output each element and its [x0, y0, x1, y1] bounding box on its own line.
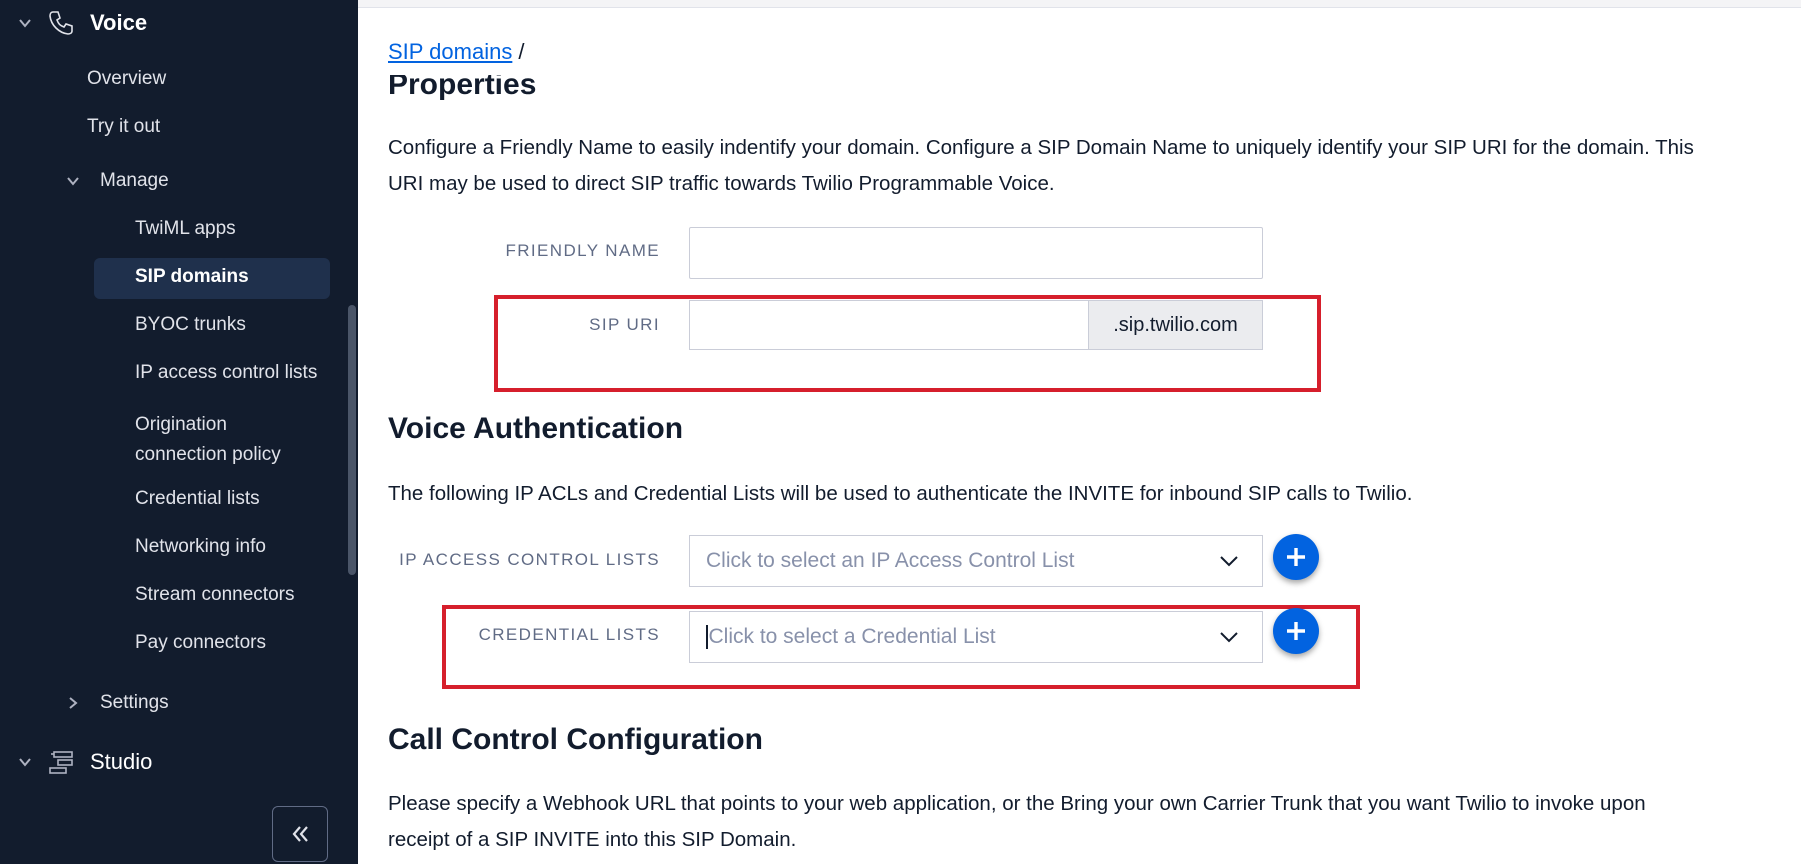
properties-description: Configure a Friendly Name to easily inde… — [388, 130, 1788, 202]
credential-lists-select[interactable]: Click to select a Credential List — [689, 611, 1263, 663]
sidebar-item-networking-info[interactable]: Networking info — [135, 536, 266, 558]
sidebar-item-label: Networking info — [135, 536, 266, 557]
sidebar-item-byoc-trunks[interactable]: BYOC trunks — [135, 314, 246, 336]
breadcrumb-link-sip-domains[interactable]: SIP domains — [388, 39, 512, 65]
sidebar-item-twiml-apps[interactable]: TwiML apps — [135, 218, 236, 240]
add-credential-list-button[interactable] — [1273, 608, 1319, 654]
chevron-down-icon — [1220, 632, 1238, 643]
sidebar-item-manage[interactable]: Manage — [66, 170, 169, 192]
sidebar-item-origination-connection-policy[interactable]: Origination connection policy — [135, 410, 281, 470]
sidebar-item-overview[interactable]: Overview — [87, 68, 166, 90]
sidebar-item-label: Overview — [87, 68, 167, 89]
chevron-down-icon — [19, 19, 31, 28]
sip-uri-input[interactable] — [690, 301, 1088, 349]
plus-icon — [1287, 622, 1305, 640]
sidebar-item-settings[interactable]: Settings — [66, 692, 169, 714]
sidebar-item-label: Credential lists — [135, 488, 260, 509]
voice-label: Voice — [90, 10, 148, 35]
sip-uri-label: SIP URI — [589, 315, 660, 334]
sidebar-item-label: Settings — [100, 692, 169, 713]
sidebar-item-label: IP access control lists — [135, 362, 318, 383]
breadcrumb: SIP domains / — [388, 39, 524, 65]
ip-acl-placeholder: Click to select an IP Access Control Lis… — [706, 549, 1075, 572]
add-ip-acl-button[interactable] — [1273, 534, 1319, 580]
text-cursor — [706, 625, 708, 649]
sidebar-item-label: Try it out — [87, 116, 161, 137]
breadcrumb-separator: / — [518, 39, 525, 64]
call-control-heading: Call Control Configuration — [388, 723, 763, 756]
studio-icon — [49, 751, 73, 774]
sidebar: Voice Overview Try it out Manage TwiML a… — [0, 0, 358, 864]
sidebar-item-label: Origination — [135, 414, 227, 435]
chevron-down-icon — [19, 758, 31, 767]
sidebar-item-label: SIP domains — [135, 266, 249, 287]
chevron-down-icon — [67, 177, 79, 186]
studio-label: Studio — [90, 749, 153, 774]
sidebar-scrollbar[interactable] — [348, 305, 356, 575]
sidebar-item-pay-connectors[interactable]: Pay connectors — [135, 632, 266, 654]
sip-uri-input-group: .sip.twilio.com — [689, 300, 1263, 350]
main-content: SIP domains / Properties Configure a Fri… — [358, 8, 1801, 864]
properties-heading: Properties — [388, 68, 537, 101]
chevron-right-icon — [69, 697, 78, 709]
sidebar-item-label: connection policy — [135, 444, 281, 465]
properties-description-line: Configure a Friendly Name to easily inde… — [388, 136, 1694, 159]
sip-uri-suffix: .sip.twilio.com — [1088, 301, 1262, 349]
sidebar-section-voice[interactable]: Voice — [18, 10, 147, 36]
sidebar-item-stream-connectors[interactable]: Stream connectors — [135, 584, 294, 606]
sidebar-section-studio[interactable]: Studio — [18, 749, 152, 775]
collapse-sidebar-button[interactable] — [272, 806, 328, 862]
friendly-name-input[interactable] — [689, 227, 1263, 279]
sidebar-item-label: BYOC trunks — [135, 314, 246, 335]
call-control-description-line: receipt of a SIP INVITE into this SIP Do… — [388, 828, 797, 851]
credential-lists-label: CREDENTIAL LISTS — [478, 625, 660, 644]
sidebar-item-label: Stream connectors — [135, 584, 295, 605]
sidebar-item-credential-lists[interactable]: Credential lists — [135, 488, 260, 510]
phone-icon — [49, 11, 73, 35]
voice-authentication-description: The following IP ACLs and Credential Lis… — [388, 482, 1413, 505]
call-control-description: Please specify a Webhook URL that points… — [388, 786, 1788, 858]
sidebar-item-try-it-out[interactable]: Try it out — [87, 116, 160, 138]
chevron-down-icon — [1220, 556, 1238, 567]
credential-lists-placeholder: Click to select a Credential List — [708, 625, 996, 648]
sidebar-item-label: Manage — [100, 170, 169, 191]
call-control-description-line: Please specify a Webhook URL that points… — [388, 792, 1646, 815]
plus-icon — [1287, 548, 1305, 566]
sidebar-item-label: Pay connectors — [135, 632, 266, 653]
ip-acl-select[interactable]: Click to select an IP Access Control Lis… — [689, 535, 1263, 587]
sidebar-item-label: TwiML apps — [135, 218, 236, 239]
sidebar-item-ip-access-control-lists[interactable]: IP access control lists — [135, 362, 317, 384]
sidebar-item-sip-domains[interactable]: SIP domains — [135, 266, 249, 288]
ip-acl-label: IP ACCESS CONTROL LISTS — [399, 550, 660, 569]
voice-authentication-heading: Voice Authentication — [388, 412, 684, 445]
double-chevron-left-icon — [292, 826, 308, 842]
friendly-name-label: FRIENDLY NAME — [505, 241, 660, 260]
properties-description-line: URI may be used to direct SIP traffic to… — [388, 172, 1055, 195]
top-border — [358, 0, 1801, 8]
